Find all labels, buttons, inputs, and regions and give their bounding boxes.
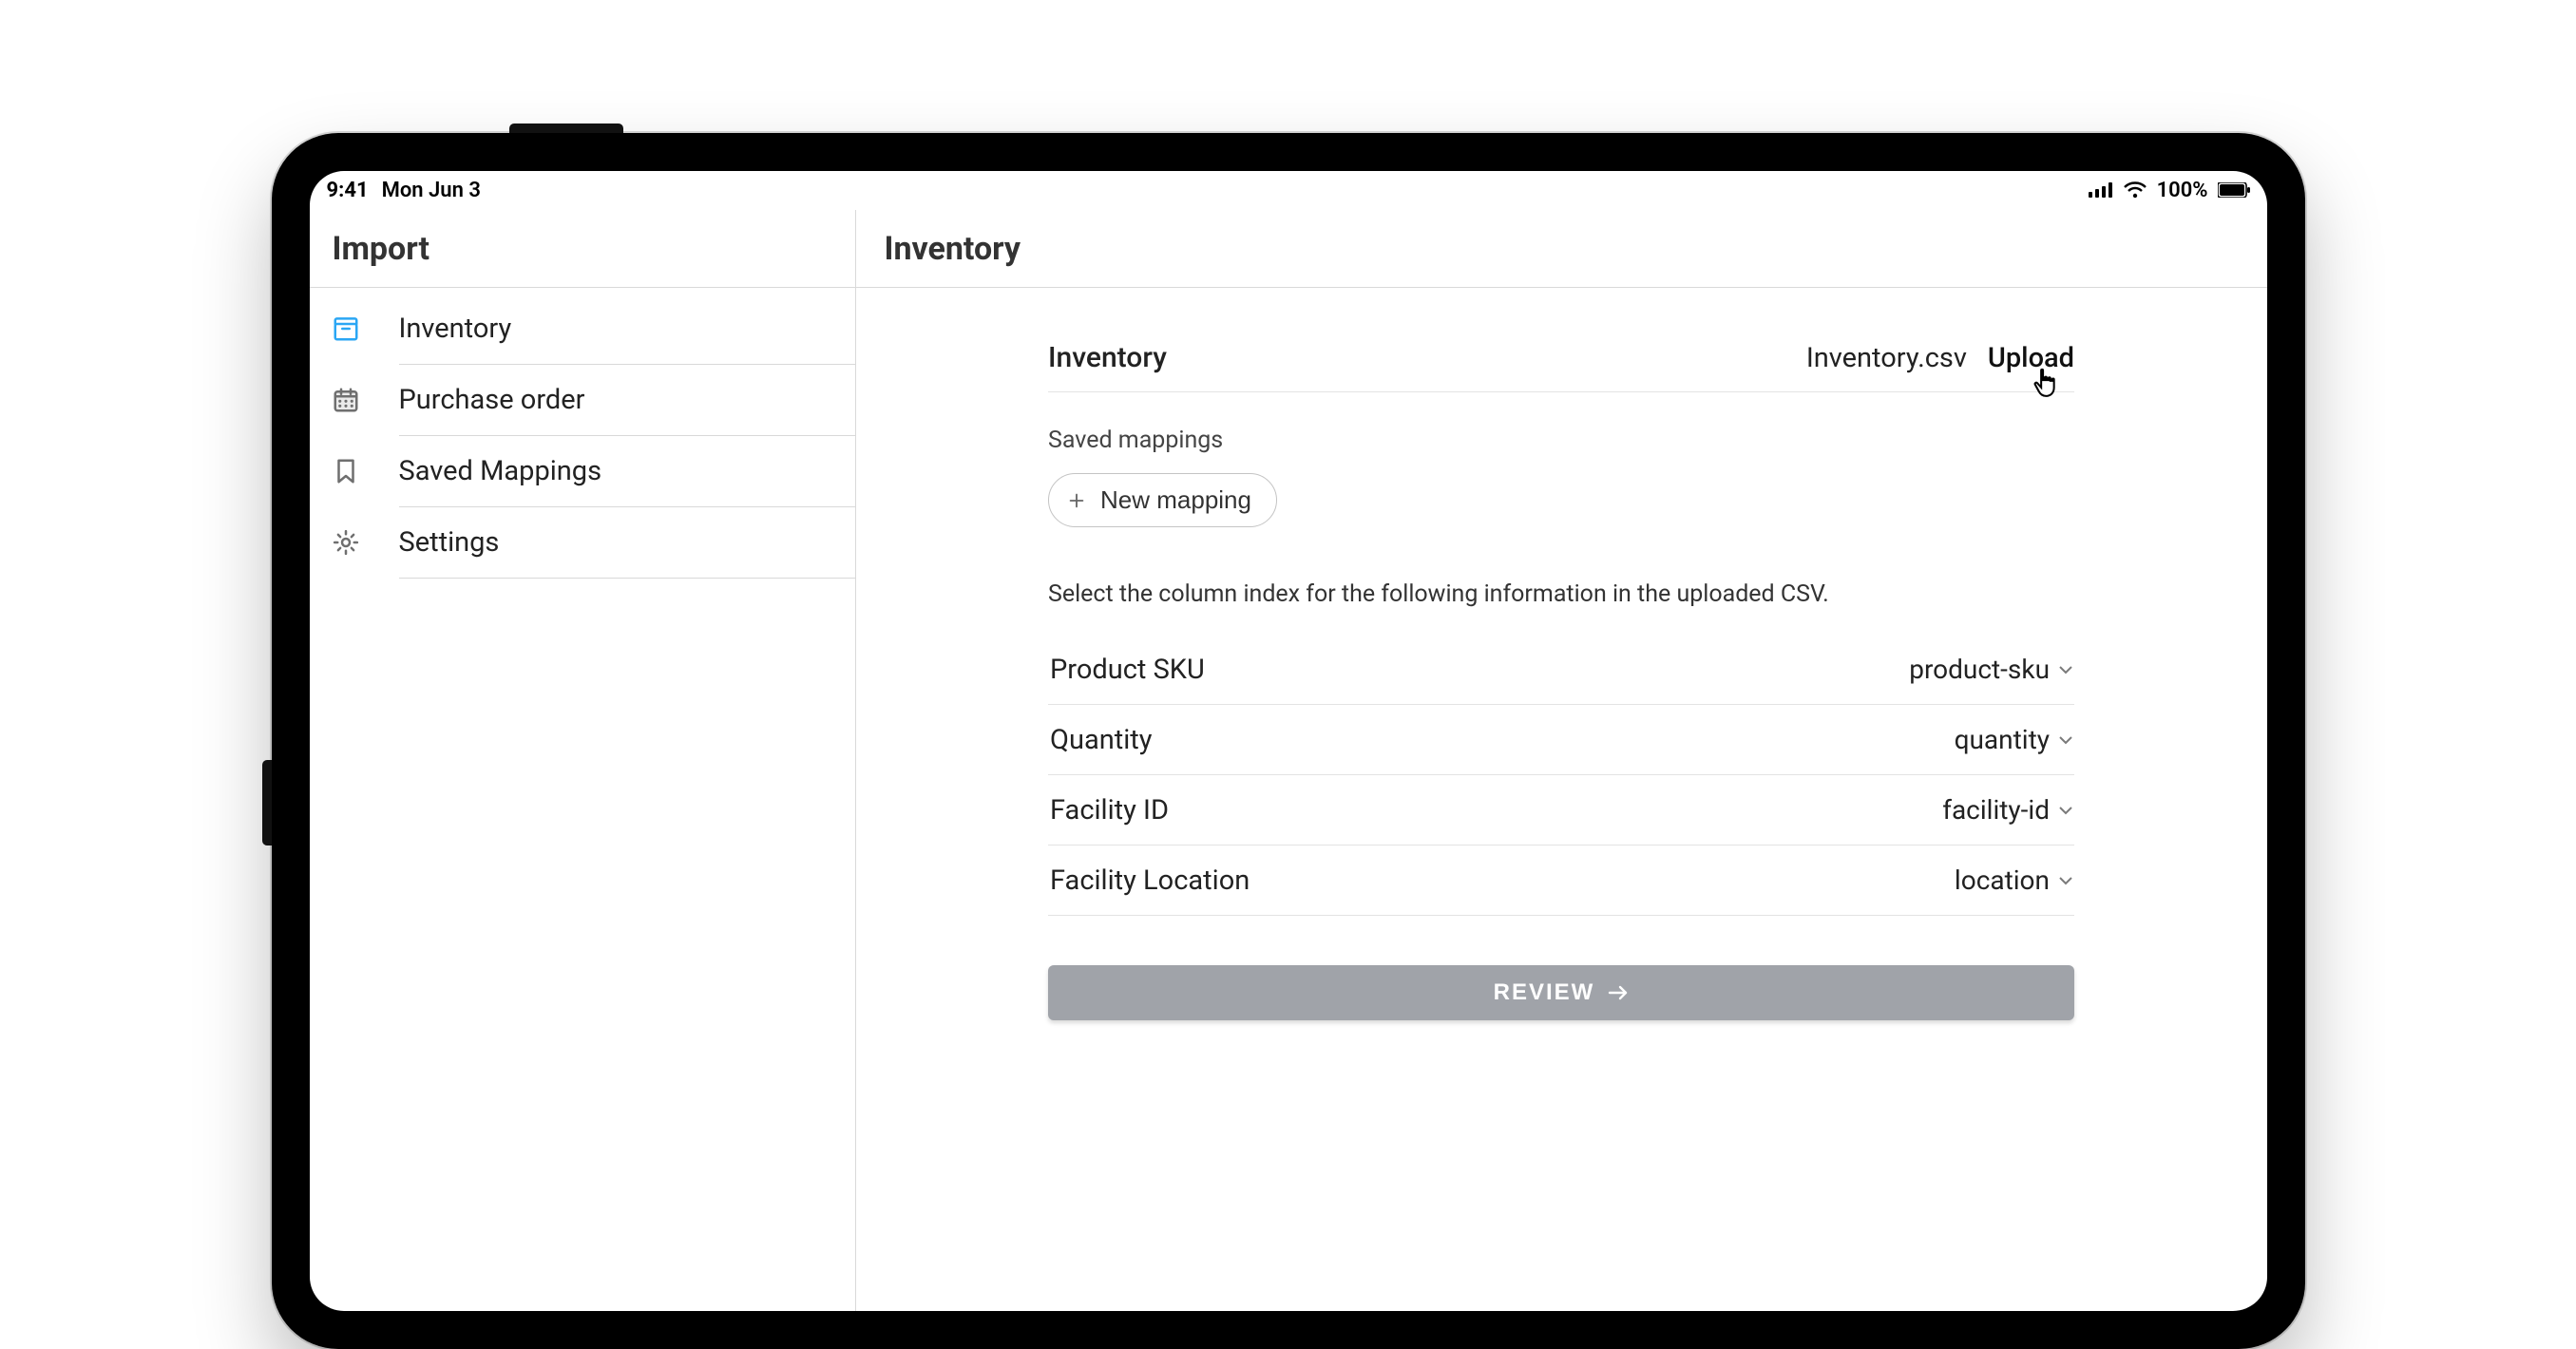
mapping-dropdown-facility-location[interactable]: location (1955, 864, 2072, 896)
file-name: Inventory.csv (1806, 342, 1967, 374)
file-upload-group: Inventory.csv Upload (1806, 342, 2074, 374)
chevron-down-icon (2059, 735, 2072, 745)
saved-mappings-label: Saved mappings (1048, 427, 2074, 454)
mapping-value: facility-id (1942, 794, 2050, 826)
ipad-frame: 9:41 Mon Jun 3 100% Import (272, 133, 2305, 1349)
content-area: Inventory Inventory.csv Upload Saved ma (1048, 288, 2074, 1020)
status-time: 9:41 (327, 179, 369, 202)
mapping-label: Product SKU (1050, 654, 1205, 686)
sidebar-list: Inventory Purchase order S (310, 288, 855, 579)
calendar-icon (327, 386, 365, 414)
mapping-row-quantity: Quantity quantity (1048, 705, 2074, 775)
review-label: REVIEW (1494, 979, 1595, 1006)
mapping-value: quantity (1955, 724, 2050, 755)
upload-button[interactable]: Upload (1988, 342, 2074, 374)
device-top-button (509, 124, 623, 133)
sidebar-item-label: Saved Mappings (399, 455, 836, 487)
mapping-label: Quantity (1050, 724, 1152, 756)
sidebar: Import Inventory Purchase order (310, 210, 856, 1311)
mapping-label: Facility Location (1050, 864, 1250, 897)
status-bar: 9:41 Mon Jun 3 100% (310, 171, 2267, 209)
chevron-down-icon (2059, 665, 2072, 674)
app-root: Import Inventory Purchase order (310, 209, 2267, 1311)
mapping-value: product-sku (1909, 654, 2050, 685)
mapping-dropdown-quantity[interactable]: quantity (1955, 724, 2072, 755)
divider (399, 578, 855, 579)
new-mapping-button[interactable]: New mapping (1048, 473, 1277, 527)
sidebar-item-inventory[interactable]: Inventory (310, 294, 855, 364)
chevron-down-icon (2059, 876, 2072, 885)
sidebar-item-label: Settings (399, 526, 836, 559)
sidebar-title: Import (310, 210, 855, 288)
sidebar-item-purchase-order[interactable]: Purchase order (310, 365, 855, 435)
wifi-icon (2123, 181, 2147, 199)
device-side-button (262, 760, 272, 846)
chevron-down-icon (2059, 806, 2072, 815)
section-title: Inventory (1048, 341, 1167, 374)
review-button[interactable]: REVIEW (1048, 965, 2074, 1020)
mapping-instruction: Select the column index for the followin… (1048, 580, 2074, 608)
cursor-hand-icon (2030, 367, 2060, 401)
mapping-row-facility-id: Facility ID facility-id (1048, 775, 2074, 846)
mapping-row-facility-location: Facility Location location (1048, 846, 2074, 916)
sidebar-item-label: Inventory (399, 313, 836, 345)
main-header-title: Inventory (856, 210, 2267, 288)
mapping-dropdown-product-sku[interactable]: product-sku (1909, 654, 2072, 685)
bookmark-icon (327, 457, 365, 485)
mapping-row-product-sku: Product SKU product-sku (1048, 635, 2074, 705)
main-panel: Inventory Inventory Inventory.csv Upload (856, 210, 2267, 1311)
file-section-row: Inventory Inventory.csv Upload (1048, 330, 2074, 392)
sidebar-item-saved-mappings[interactable]: Saved Mappings (310, 436, 855, 506)
status-date: Mon Jun 3 (382, 179, 481, 202)
mapping-dropdown-facility-id[interactable]: facility-id (1942, 794, 2072, 826)
sidebar-item-label: Purchase order (399, 384, 836, 416)
status-left: 9:41 Mon Jun 3 (327, 179, 481, 202)
mapping-label: Facility ID (1050, 794, 1169, 826)
mapping-value: location (1955, 864, 2050, 896)
ipad-screen: 9:41 Mon Jun 3 100% Import (310, 171, 2267, 1311)
gear-icon (327, 528, 365, 557)
arrow-right-icon (1608, 984, 1629, 1001)
sidebar-item-settings[interactable]: Settings (310, 507, 855, 578)
battery-icon (2218, 182, 2250, 198)
plus-icon (1066, 490, 1087, 511)
status-right: 100% (2089, 179, 2250, 202)
battery-percent: 100% (2157, 179, 2208, 202)
cellular-icon (2089, 182, 2113, 198)
new-mapping-label: New mapping (1100, 485, 1251, 515)
box-icon (327, 314, 365, 343)
